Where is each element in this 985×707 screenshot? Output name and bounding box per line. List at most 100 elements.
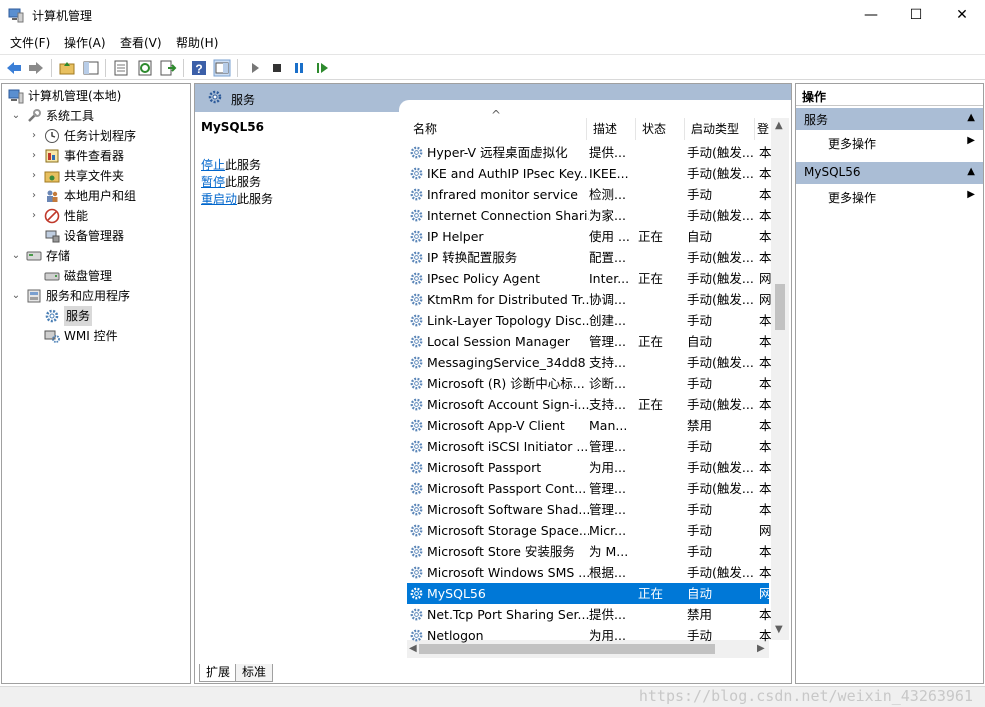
menu-file[interactable]: 文件(F): [10, 34, 50, 51]
forward-icon[interactable]: [27, 59, 45, 77]
expander-chevron-icon[interactable]: ⌄: [10, 106, 22, 126]
service-name: Link-Layer Topology Disc...: [427, 313, 589, 328]
service-row[interactable]: Microsoft iSCSI Initiator ... 管理... 手动 本: [407, 436, 771, 457]
close-button[interactable]: ✕: [939, 0, 985, 30]
expander-chevron-icon[interactable]: ›: [28, 186, 40, 206]
more-actions-mysql56[interactable]: 更多操作 ▶: [796, 186, 983, 208]
tree-item[interactable]: ⌄ 存储: [2, 246, 188, 266]
service-row[interactable]: Microsoft (R) 诊断中心标... 诊断... 手动 本: [407, 373, 771, 394]
service-row[interactable]: MessagingService_34dd8 支持... 手动(触发... 本: [407, 352, 771, 373]
tree-item[interactable]: 设备管理器: [2, 226, 188, 246]
service-row[interactable]: Microsoft Passport Cont... 管理... 手动(触发... 本: [407, 478, 771, 499]
service-row[interactable]: Netlogon 为用... 手动 本: [407, 625, 771, 646]
column-header-name[interactable]: 名称: [407, 118, 587, 140]
service-logon: 本: [759, 397, 771, 412]
service-row[interactable]: KtmRm for Distributed Tr... 协调... 手动(触发...…: [407, 289, 771, 310]
maximize-button[interactable]: ☐: [893, 0, 939, 30]
tree-item[interactable]: › 任务计划程序: [2, 126, 188, 146]
tree-item-label: WMI 控件: [64, 329, 118, 343]
expander-chevron-icon[interactable]: ⌄: [10, 286, 22, 306]
actions-section-mysql56[interactable]: MySQL56 ▲: [796, 162, 983, 184]
expander-chevron-icon[interactable]: ›: [28, 166, 40, 186]
help-icon[interactable]: ?: [190, 59, 208, 77]
service-logon: 本: [759, 502, 771, 517]
vertical-scrollbar[interactable]: ▲ ▼: [771, 118, 789, 640]
console-tree: 计算机管理(本地) ⌄ 系统工具 › 任务计划程序 › 事件查看器 › 共享文件夹 › 本地用户和组…: [1, 83, 191, 684]
service-row[interactable]: Hyper-V 远程桌面虚拟化 提供... 手动(触发... 本: [407, 142, 771, 163]
scroll-up-icon[interactable]: ▲: [775, 120, 783, 131]
tree-item[interactable]: › 本地用户和组: [2, 186, 188, 206]
toolbar: ?: [0, 54, 985, 80]
stop-service-icon[interactable]: [268, 59, 286, 77]
pause-service-icon[interactable]: [290, 59, 308, 77]
service-row[interactable]: Infrared monitor service 检测... 手动 本: [407, 184, 771, 205]
tree-item[interactable]: 服务: [2, 306, 188, 326]
service-row[interactable]: IP Helper 使用 ... 正在 自动 本: [407, 226, 771, 247]
service-row[interactable]: Microsoft App-V Client Man... 禁用 本: [407, 415, 771, 436]
collapse-icon[interactable]: ▲: [967, 112, 975, 123]
tree-item[interactable]: › 共享文件夹: [2, 166, 188, 186]
service-row[interactable]: Microsoft Software Shad... 管理... 手动 本: [407, 499, 771, 520]
scroll-down-icon[interactable]: ▼: [775, 624, 783, 635]
tree-item[interactable]: ⌄ 系统工具: [2, 106, 188, 126]
restart-service-link[interactable]: 重启动此服务: [201, 190, 273, 207]
menu-view[interactable]: 查看(V): [120, 34, 162, 51]
service-row[interactable]: Microsoft Store 安装服务为 M... 手动 本: [407, 541, 771, 562]
column-header-logon[interactable]: 登: [755, 118, 771, 140]
service-name: Net.Tcp Port Sharing Ser...: [427, 607, 589, 622]
service-logon: 本: [759, 481, 771, 496]
tree-item[interactable]: 磁盘管理: [2, 266, 188, 286]
service-row[interactable]: MySQL56 正在 自动 网: [407, 583, 771, 604]
submenu-arrow-icon: ▶: [967, 135, 975, 146]
service-row[interactable]: Link-Layer Topology Disc... 创建... 手动 本: [407, 310, 771, 331]
service-row[interactable]: IP 转换配置服务 配置... 手动(触发... 本: [407, 247, 771, 268]
service-row[interactable]: IPsec Policy Agent Inter... 正在 手动(触发... 网: [407, 268, 771, 289]
service-startup-type: 手动: [687, 628, 713, 643]
expander-chevron-icon[interactable]: ›: [28, 126, 40, 146]
service-row[interactable]: Internet Connection Shari... 为家... 手动(触发..…: [407, 205, 771, 226]
minimize-button[interactable]: —: [848, 0, 894, 30]
properties-icon[interactable]: [112, 59, 130, 77]
service-description: IKEE...: [589, 166, 629, 181]
actions-section-services[interactable]: 服务 ▲: [796, 108, 983, 130]
service-row[interactable]: Microsoft Windows SMS ... 根据... 手动(触发... 本: [407, 562, 771, 583]
expander-chevron-icon[interactable]: ›: [28, 146, 40, 166]
tab-extended[interactable]: 扩展: [199, 664, 238, 682]
menu-action[interactable]: 操作(A): [64, 34, 106, 51]
service-row[interactable]: Microsoft Passport 为用... 手动(触发... 本: [407, 457, 771, 478]
show-action-pane-icon[interactable]: [213, 59, 231, 77]
tree-item[interactable]: › 事件查看器: [2, 146, 188, 166]
start-service-icon[interactable]: [246, 59, 264, 77]
tree-item[interactable]: 计算机管理(本地): [2, 86, 188, 106]
tree-item[interactable]: › 性能: [2, 206, 188, 226]
tree-item[interactable]: WMI 控件: [2, 326, 188, 346]
service-row[interactable]: Local Session Manager 管理... 正在 自动 本: [407, 331, 771, 352]
menu-help[interactable]: 帮助(H): [176, 34, 218, 51]
back-icon[interactable]: [5, 59, 23, 77]
vertical-scroll-thumb[interactable]: [775, 284, 785, 330]
collapse-icon[interactable]: ▲: [967, 166, 975, 177]
service-name: IKE and AuthIP IPsec Key...: [427, 166, 589, 181]
column-header-description[interactable]: 描述: [587, 118, 636, 140]
up-folder-icon[interactable]: [58, 59, 76, 77]
show-hide-tree-icon[interactable]: [82, 59, 100, 77]
service-startup-type: 手动: [687, 313, 713, 328]
expander-chevron-icon[interactable]: ›: [28, 206, 40, 226]
service-row[interactable]: Net.Tcp Port Sharing Ser... 提供... 禁用 本: [407, 604, 771, 625]
pause-service-link[interactable]: 暂停此服务: [201, 173, 261, 190]
restart-service-icon[interactable]: [313, 59, 331, 77]
more-actions-services[interactable]: 更多操作 ▶: [796, 132, 983, 154]
export-list-icon[interactable]: [159, 59, 177, 77]
expander-chevron-icon[interactable]: ⌄: [10, 246, 22, 266]
column-header-startup-type[interactable]: 启动类型: [685, 118, 755, 140]
service-row[interactable]: IKE and AuthIP IPsec Key... IKEE... 手动(触发.…: [407, 163, 771, 184]
service-row[interactable]: Microsoft Account Sign-i... 支持... 正在 手动(触发.…: [407, 394, 771, 415]
service-name: Microsoft Storage Space...: [427, 523, 589, 538]
service-startup-type: 手动(触发...: [687, 271, 754, 286]
column-header-status[interactable]: 状态: [636, 118, 685, 140]
tab-standard[interactable]: 标准: [235, 664, 274, 682]
tree-item[interactable]: ⌄ 服务和应用程序: [2, 286, 188, 306]
stop-service-link[interactable]: 停止此服务: [201, 156, 261, 173]
service-row[interactable]: Microsoft Storage Space... Micr... 手动 网: [407, 520, 771, 541]
refresh-icon[interactable]: [136, 59, 154, 77]
